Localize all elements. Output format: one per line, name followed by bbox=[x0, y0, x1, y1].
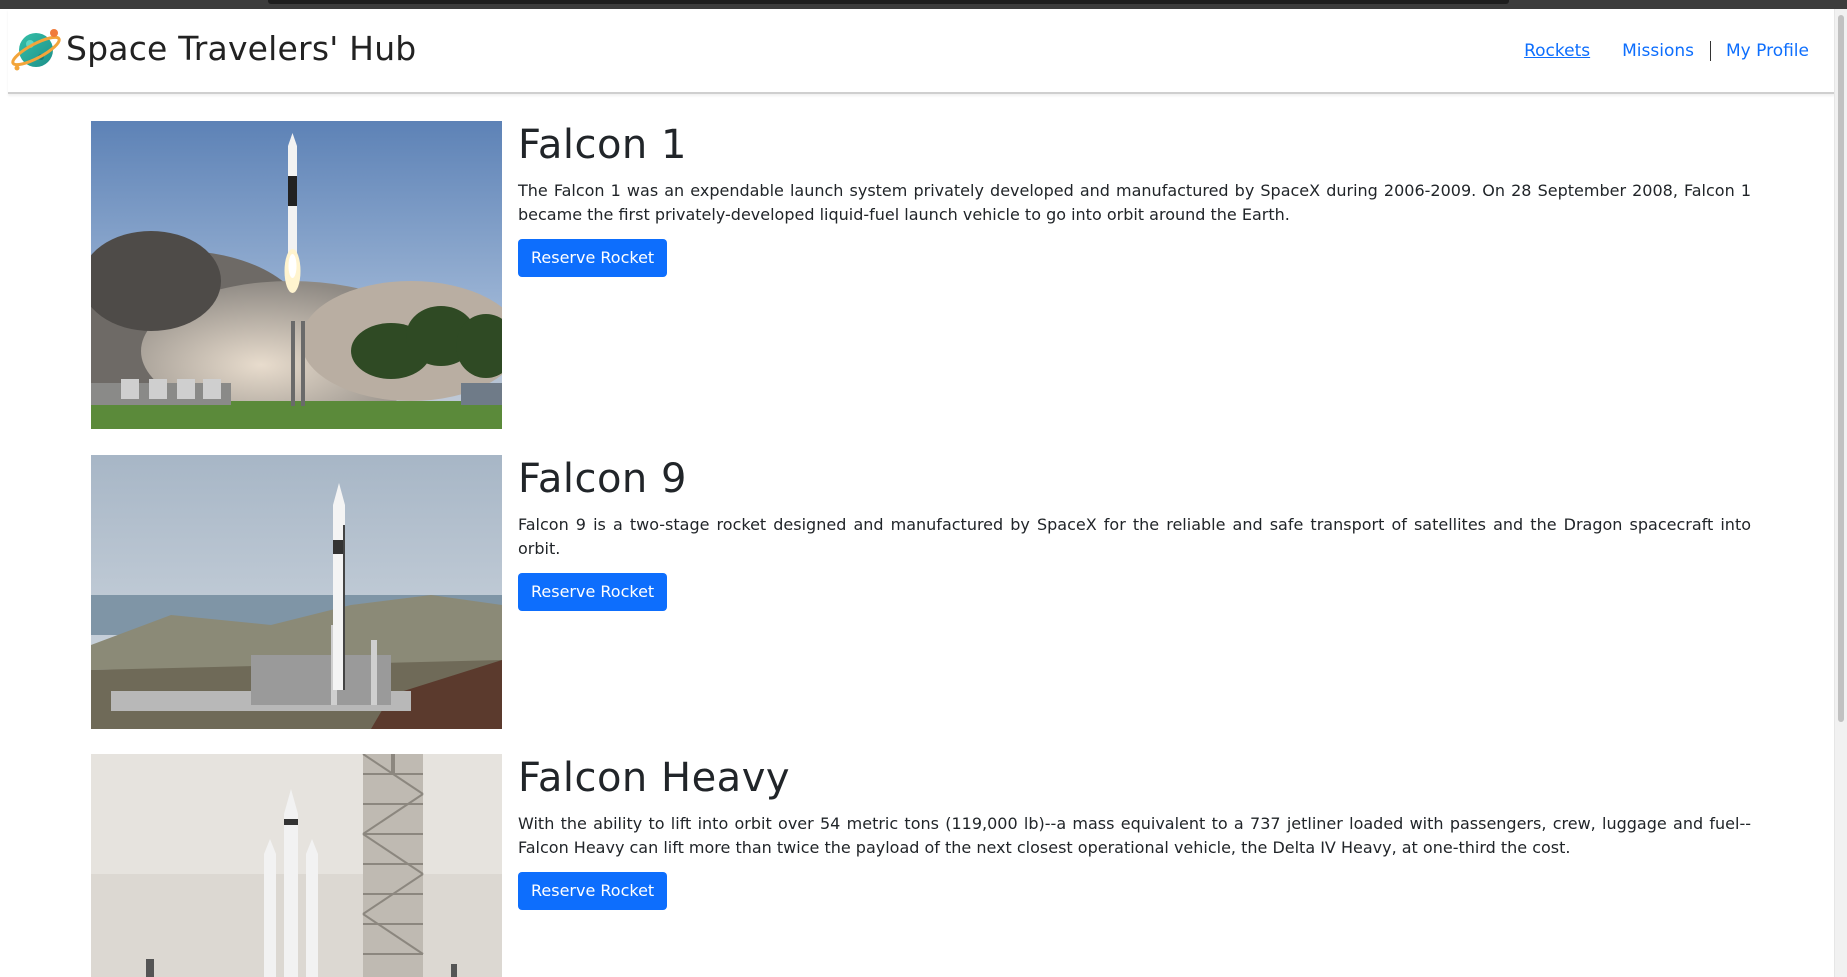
horizontal-scrollbar[interactable] bbox=[268, 0, 1509, 4]
rocket-name: Falcon 9 bbox=[518, 456, 687, 502]
rocket-card: Falcon 9 Falcon 9 is a two-stage rocket … bbox=[91, 455, 1751, 729]
rocket-description: The Falcon 1 was an expendable launch sy… bbox=[518, 181, 1751, 224]
nav-link-rockets[interactable]: Rockets bbox=[1524, 41, 1590, 61]
rocket-image-falcon-9 bbox=[91, 455, 502, 729]
rocket-name: Falcon 1 bbox=[518, 122, 687, 168]
page: Space Travelers' Hub Rockets Missions My… bbox=[0, 9, 1835, 977]
nav-link-missions[interactable]: Missions bbox=[1622, 41, 1694, 61]
site-title: Space Travelers' Hub bbox=[66, 29, 417, 68]
reserve-rocket-button[interactable]: Reserve Rocket bbox=[518, 573, 668, 611]
scrollbar-thumb[interactable] bbox=[1838, 15, 1844, 722]
rocket-image-falcon-heavy bbox=[91, 754, 502, 977]
rocket-description: Falcon 9 is a two-stage rocket designed … bbox=[518, 515, 1751, 558]
rocket-card: Falcon 1 The Falcon 1 was an expendable … bbox=[91, 121, 1751, 429]
planet-icon[interactable] bbox=[10, 23, 62, 75]
browser-top-strip bbox=[0, 0, 1847, 9]
nav-divider bbox=[1710, 41, 1711, 61]
rocket-description: With the ability to lift into orbit over… bbox=[518, 814, 1751, 857]
main-nav: Rockets Missions My Profile bbox=[1524, 41, 1809, 61]
rocket-info: Falcon 1 The Falcon 1 was an expendable … bbox=[518, 121, 1751, 277]
rocket-info: Falcon 9 Falcon 9 is a two-stage rocket … bbox=[518, 455, 1751, 611]
rocket-card: Falcon Heavy With the ability to lift in… bbox=[91, 754, 1751, 977]
reserve-rocket-button[interactable]: Reserve Rocket bbox=[518, 239, 668, 277]
nav-link-my-profile[interactable]: My Profile bbox=[1726, 41, 1809, 61]
rocket-info: Falcon Heavy With the ability to lift in… bbox=[518, 754, 1751, 910]
rocket-image-falcon-1 bbox=[91, 121, 502, 429]
vertical-scrollbar[interactable] bbox=[1834, 9, 1847, 977]
reserve-rocket-button[interactable]: Reserve Rocket bbox=[518, 872, 668, 910]
rocket-name: Falcon Heavy bbox=[518, 755, 791, 801]
site-header: Space Travelers' Hub Rockets Missions My… bbox=[8, 9, 1835, 94]
